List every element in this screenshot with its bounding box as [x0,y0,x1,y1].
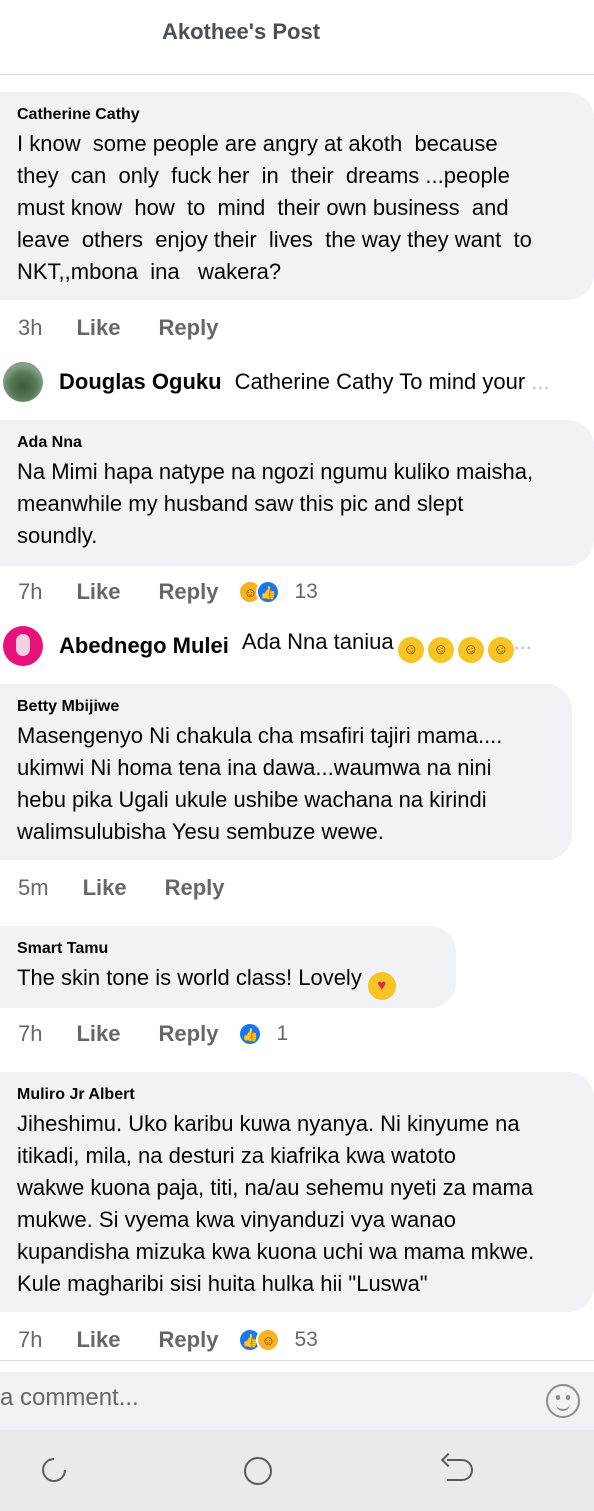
like-button[interactable]: Like [83,875,127,901]
reply-button[interactable]: Reply [159,1327,219,1353]
comment-actions: 7h Like Reply ☺ 👍 13 [18,576,318,608]
rofl-emoji-icon: ☺ [483,633,518,663]
reply-button[interactable]: Reply [165,875,225,901]
reaction-count[interactable]: 1 [276,1022,288,1046]
comment-time[interactable]: 7h [18,1327,42,1353]
reply-text: Catherine Cathy To mind your ... [235,369,550,395]
like-button[interactable]: Like [76,1021,120,1047]
reply-button[interactable]: Reply [159,1021,219,1047]
heart-eyes-emoji-icon: ♥ [367,972,396,1000]
rofl-emoji-icon: ☺ [453,633,488,663]
home-icon[interactable] [244,1457,272,1485]
comment-bubble: Betty Mbijiwe Masengenyo Ni chakula cha … [0,684,572,860]
comment-bubble: Smart Tamu The skin tone is world class!… [0,926,456,1008]
like-button[interactable]: Like [76,579,120,605]
comment-text: Jiheshimu. Uko karibu kuwa nyanya. Ni ki… [17,1111,535,1296]
reply-author[interactable]: Abednego Mulei [59,633,229,659]
comment-time[interactable]: 7h [18,1021,42,1047]
reaction-count[interactable]: 13 [294,580,317,604]
comment-actions: 5m Like Reply [18,872,263,904]
rofl-emoji-icon: ☺ [393,633,428,663]
comment-bubble: Muliro Jr Albert Jiheshimu. Uko karibu k… [0,1072,594,1312]
comment-time[interactable]: 5m [18,875,49,901]
comment-composer: a comment... [0,1372,594,1430]
comment-author[interactable]: Smart Tamu [17,940,439,958]
comment-actions: 7h Like Reply 👍 ☺ 53 [18,1324,318,1356]
ellipsis: ... [531,369,550,394]
reply-button[interactable]: Reply [159,315,219,341]
system-navigation-bar [0,1430,594,1511]
comment-actions: 7h Like Reply 👍 1 [18,1018,288,1050]
reply-snippet: Catherine Cathy To mind your [234,369,526,394]
reaction-summary[interactable]: ☺ 👍 [238,580,281,604]
comment-author[interactable]: Betty Mbijiwe [17,698,555,716]
comment-author[interactable]: Muliro Jr Albert [17,1086,577,1104]
emoji-icon[interactable] [546,1384,580,1418]
comment-text: Na Mimi hapa natype na ngozi ngumu kulik… [17,459,534,548]
reply-button[interactable]: Reply [159,579,219,605]
reply-snippet: Ada Nna taniua [241,629,394,654]
page-title: Akothee's Post [162,19,321,44]
comment-text: Masengenyo Ni chakula cha msafiri tajiri… [17,723,503,844]
reaction-count[interactable]: 53 [294,1328,317,1352]
ellipsis: ... [513,629,532,654]
comment-actions: 3h Like Reply [18,312,256,344]
emoji-mouth [556,1402,570,1411]
reply-author[interactable]: Douglas Oguku [59,369,222,395]
comment-text: The skin tone is world class! Lovely ♥ [17,962,439,1000]
avatar[interactable] [3,362,43,402]
comment-input[interactable]: a comment... [0,1384,139,1412]
comment-author[interactable]: Catherine Cathy [17,106,577,124]
reply-preview[interactable]: Douglas Oguku Catherine Cathy To mind yo… [0,360,594,404]
avatar[interactable] [3,626,43,666]
reaction-summary[interactable]: 👍 [238,1022,263,1046]
comment-time[interactable]: 7h [18,579,42,605]
like-button[interactable]: Like [76,315,120,341]
reply-preview[interactable]: Abednego Mulei Ada Nna taniua ☺ ☺ ☺ ☺... [0,624,594,668]
like-icon: 👍 [238,1022,263,1046]
comment-author[interactable]: Ada Nna [17,434,577,452]
rofl-emoji-icon: ☺ [423,633,458,663]
back-icon[interactable] [447,1459,473,1481]
comment-time[interactable]: 3h [18,315,42,341]
recent-apps-icon[interactable] [37,1453,71,1487]
like-icon: 👍 [256,580,281,604]
reply-text: Ada Nna taniua ☺ ☺ ☺ ☺... [242,629,532,663]
comment-bubble: Ada Nna Na Mimi hapa natype na ngozi ngu… [0,420,594,566]
comment-bubble: Catherine Cathy I know some people are a… [0,92,594,300]
divider [0,1360,594,1361]
reaction-summary[interactable]: 👍 ☺ [238,1328,281,1352]
post-header: Akothee's Post [0,0,594,75]
haha-icon: ☺ [256,1328,281,1352]
like-button[interactable]: Like [76,1327,120,1353]
comment-text: I know some people are angry at akoth be… [17,131,532,284]
comment-text-content: The skin tone is world class! Lovely [17,965,362,990]
